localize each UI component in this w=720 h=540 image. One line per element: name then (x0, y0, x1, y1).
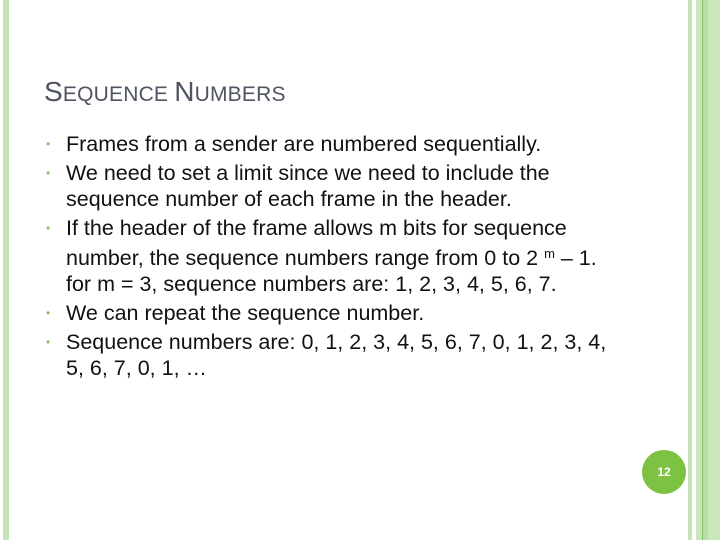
bullet-icon: • (46, 221, 51, 235)
right-decorative-stripe (696, 0, 720, 540)
bullet-text: We need to set a limit since we need to … (66, 161, 550, 211)
left-decorative-bar (3, 0, 9, 540)
bullet-item: • We can repeat the sequence number. (44, 300, 624, 326)
bullet-item: • Sequence numbers are: 0, 1, 2, 3, 4, 5… (44, 329, 624, 381)
right-decorative-stripe (703, 0, 708, 540)
right-decorative-stripe (688, 0, 692, 540)
bullet-text: We can repeat the sequence number. (66, 301, 425, 325)
superscript: m (544, 246, 555, 261)
bullet-icon: • (46, 335, 51, 349)
bullet-icon: • (46, 137, 51, 151)
bullet-item: • Frames from a sender are numbered sequ… (44, 131, 624, 157)
bullet-text: Sequence numbers are: 0, 1, 2, 3, 4, 5, … (66, 330, 607, 380)
bullet-list: • Frames from a sender are numbered sequ… (44, 131, 624, 384)
bullet-icon: • (46, 306, 51, 320)
slide-title: SEQUENCE NUMBERS (44, 76, 286, 107)
bullet-item: • If the header of the frame allows m bi… (44, 215, 624, 297)
bullet-text: Frames from a sender are numbered sequen… (66, 132, 542, 156)
bullet-text: If the header of the frame allows m bits… (66, 216, 597, 296)
page-number-badge: 12 (642, 450, 686, 494)
bullet-icon: • (46, 166, 51, 180)
bullet-item: • We need to set a limit since we need t… (44, 160, 624, 212)
page-number: 12 (657, 465, 671, 479)
